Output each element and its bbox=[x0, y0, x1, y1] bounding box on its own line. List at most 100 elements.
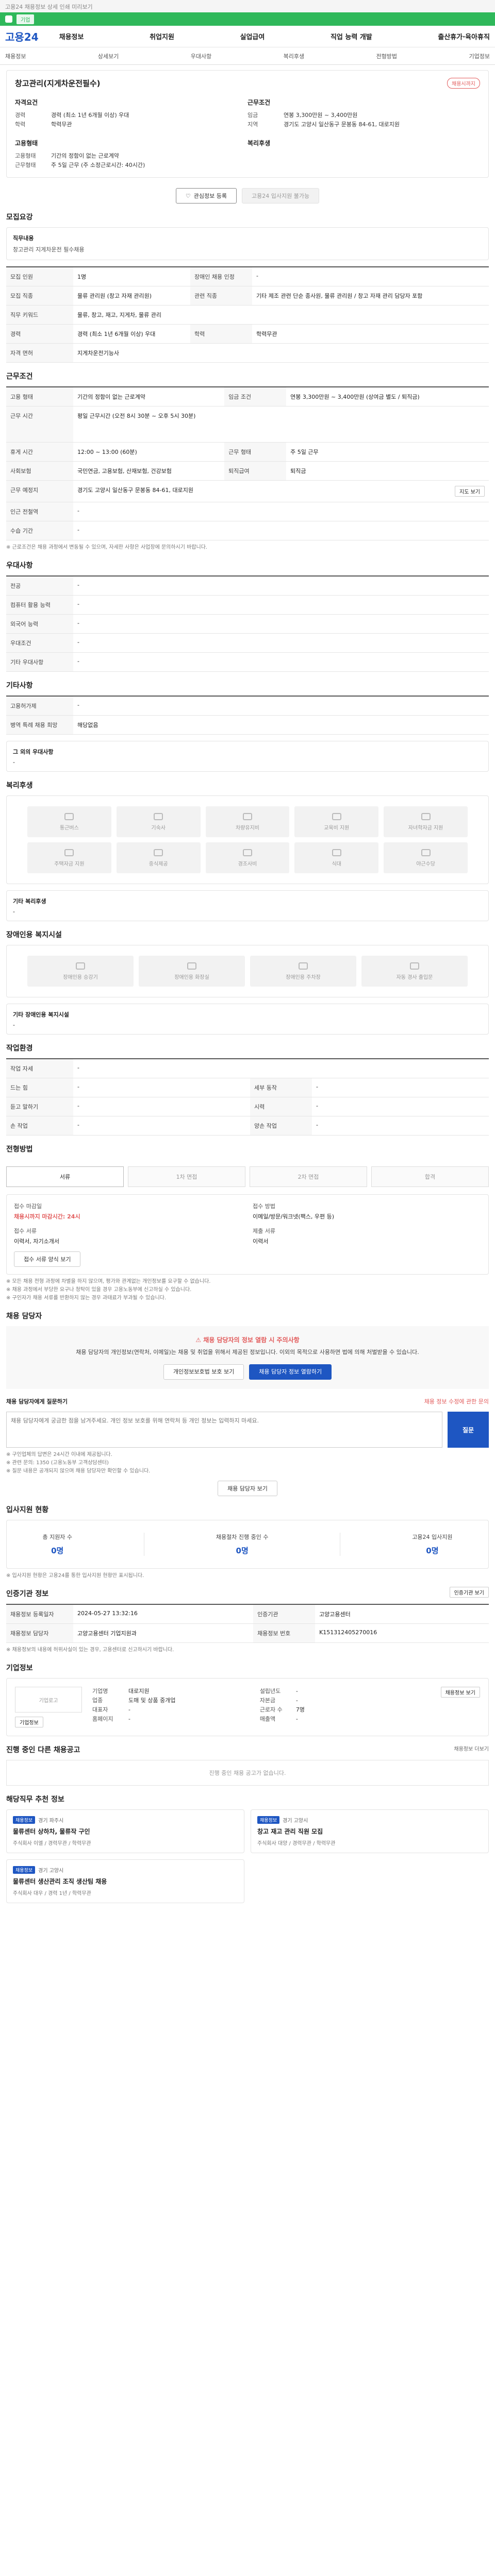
stat-label: 고용24 입사지원 bbox=[412, 1534, 453, 1540]
process-step: 서류 bbox=[6, 1166, 124, 1187]
view-contact-button[interactable]: 채용 담당자 정보 열람하기 bbox=[249, 1364, 332, 1380]
table-key: 듣고 말하기 bbox=[6, 1097, 73, 1116]
summary-key: 지역 bbox=[248, 121, 258, 128]
table-value: - bbox=[312, 1116, 489, 1136]
gnb-item-training[interactable]: 직업 능력 개발 bbox=[331, 31, 372, 41]
table-value: - bbox=[73, 652, 489, 672]
gnb-item-support[interactable]: 취업지원 bbox=[150, 31, 174, 41]
contact-note: ※ 관련 문의: 1350 (고용노동부 고객상담센터) bbox=[6, 1460, 109, 1466]
contact-more-button[interactable]: 채용 담당자 보기 bbox=[218, 1481, 277, 1496]
etc-title: 기타사항 bbox=[6, 682, 33, 690]
tab-process[interactable]: 전형방법 bbox=[376, 52, 397, 60]
brand-logo[interactable]: 고용24 bbox=[5, 29, 39, 44]
auth-table: 채용정보 등록일자 2024-05-27 13:32:16 인증기관 고양고용센터 채… bbox=[6, 1604, 489, 1643]
disability-tag: 장애인용 승강기 bbox=[27, 956, 134, 987]
table-key: 시력 bbox=[250, 1097, 312, 1116]
env-title: 작업환경 bbox=[6, 1044, 33, 1053]
card-region: 경기 고양시 bbox=[38, 1868, 64, 1874]
table-key: 경력 bbox=[6, 324, 73, 344]
conditions-title: 근무조건 bbox=[6, 372, 33, 381]
table-value: 학력무관 bbox=[252, 324, 489, 344]
card-region: 경기 파주시 bbox=[38, 1818, 64, 1824]
tab-detail[interactable]: 상세보기 bbox=[98, 52, 119, 60]
recruit-title: 모집요강 bbox=[6, 213, 33, 222]
table-value: 물류 관리원 (창고 자재 관리원) bbox=[73, 286, 191, 306]
table-row: 손 작업 - 양손 작업 - bbox=[6, 1116, 489, 1136]
auth-title: 인증기관 정보 bbox=[6, 1590, 49, 1598]
company-key: 업종 bbox=[92, 1697, 103, 1704]
gnb-item-jobs[interactable]: 채용정보 bbox=[59, 31, 84, 41]
apply-button[interactable]: 고용24 입사지원 불가능 bbox=[242, 188, 320, 204]
process-notes: ※ 모든 채용 전형 과정에 차별을 하지 않으며, 평가와 관계없는 개인정보… bbox=[6, 1278, 489, 1302]
table-row: 근무 예정지 경기도 고양시 일산동구 문봉동 84-61, 대로지원 지도 보기 bbox=[6, 480, 489, 502]
job-desc-text: 창고관리 지게차운전 필수채용 bbox=[13, 246, 85, 253]
child-icon bbox=[421, 812, 431, 820]
job-card[interactable]: 채용정보 경기 고양시 창고 재고 관리 직원 모집 주식회사 대양 / 경력무관… bbox=[251, 1809, 489, 1853]
company-value: 도매 및 상품 중개업 bbox=[128, 1697, 176, 1704]
card-tagline: 채용정보 경기 파주시 bbox=[13, 1816, 238, 1824]
table-key: 학력 bbox=[190, 324, 253, 344]
favorite-button[interactable]: ♡ 관심정보 등록 bbox=[175, 188, 237, 204]
card-sub: 주식회사 대우 / 경력 1년 / 학력무관 bbox=[13, 1891, 91, 1896]
table-row: 채용정보 등록일자 2024-05-27 13:32:16 인증기관 고양고용센터 bbox=[6, 1604, 489, 1624]
table-key: 드는 힘 bbox=[6, 1078, 73, 1097]
service-pill[interactable]: 기업 bbox=[16, 14, 35, 24]
contact-alert-title: ⚠ 채용 담당자의 정보 열람 시 주의사항 bbox=[15, 1335, 480, 1345]
process-key: 접수 서류 bbox=[14, 1228, 37, 1234]
gnb-item-benefit[interactable]: 실업급여 bbox=[240, 31, 265, 41]
table-row: 기타 우대사항 - bbox=[6, 652, 489, 672]
company-value: - bbox=[128, 1716, 130, 1722]
summary-value: 연봉 3,300만원 ~ 3,400만원 bbox=[284, 112, 358, 118]
etc-extra-value: - bbox=[13, 759, 15, 766]
contact-alert: ⚠ 채용 담당자의 정보 열람 시 주의사항 채용 담당자의 개인정보(연락처,… bbox=[6, 1326, 489, 1389]
welfare-tag-label: 교육비 지원 bbox=[324, 825, 350, 831]
gnb-item-leave[interactable]: 출산휴가·육아휴직 bbox=[438, 31, 490, 41]
similar-cards: 채용정보 경기 파주시 물류센터 상하차, 물류작 구인 주식회사 이엘 / 경력… bbox=[6, 1809, 489, 1903]
table-key: 인근 전철역 bbox=[6, 502, 73, 521]
qa-submit-button[interactable]: 질문 bbox=[448, 1412, 489, 1448]
table-row: 모집 직종 물류 관리원 (창고 자재 관리원) 관련 직종 기타 제조 관련 단순 … bbox=[6, 286, 489, 306]
table-key: 병역 특례 채용 희망 bbox=[6, 715, 73, 735]
tab-preference[interactable]: 우대사항 bbox=[191, 52, 211, 60]
table-row: 자격 면허 지게차운전기능사 bbox=[6, 343, 489, 363]
company-key: 홈페이지 bbox=[92, 1716, 113, 1722]
page: 고용24 채용정보 상세 인쇄 미리보기 기업 고용24 채용정보 취업지원 실… bbox=[0, 0, 495, 1924]
job-card[interactable]: 채용정보 경기 파주시 물류센터 상하차, 물류작 구인 주식회사 이엘 / 경력… bbox=[6, 1809, 244, 1853]
card-title: 물류센터 상하차, 물류작 구인 bbox=[13, 1828, 90, 1835]
ongoing-more-link[interactable]: 채용정보 더보기 bbox=[454, 1744, 489, 1752]
table-value: - bbox=[73, 1097, 250, 1116]
form-download-button[interactable]: 접수 서류 양식 보기 bbox=[14, 1251, 81, 1267]
disability-title: 장애인용 복지시설 bbox=[6, 931, 62, 939]
summary-value: 경기도 고양시 일산동구 문봉동 84-61, 대로지원 bbox=[284, 121, 400, 128]
tab-company[interactable]: 기업정보 bbox=[469, 52, 489, 60]
welfare-tag-label: 야근수당 bbox=[416, 861, 435, 867]
preference-title: 우대사항 bbox=[6, 562, 33, 570]
process-step: 2차 면접 bbox=[250, 1166, 367, 1187]
qa-input[interactable] bbox=[6, 1412, 442, 1448]
company-jobs-button[interactable]: 채용정보 보기 bbox=[440, 1687, 480, 1698]
auth-button[interactable]: 인증기관 보기 bbox=[449, 1586, 489, 1598]
process-key: 접수 마감일 bbox=[14, 1203, 42, 1210]
table-key: 작업 자세 bbox=[6, 1059, 73, 1078]
map-button[interactable]: 지도 보기 bbox=[455, 486, 485, 497]
table-key: 양손 작업 bbox=[250, 1116, 312, 1136]
table-row: 병역 특례 채용 희망 해당없음 bbox=[6, 715, 489, 735]
stat-value: 0명 bbox=[236, 1546, 249, 1555]
summary-work-heading: 고용형태 bbox=[15, 140, 38, 147]
job-card[interactable]: 채용정보 경기 고양시 물류센터 생산관리 조직 생산팀 채용 주식회사 대우 /… bbox=[6, 1859, 244, 1903]
card-title: 물류센터 생산관리 조직 생산팀 채용 bbox=[13, 1878, 107, 1885]
similar-title: 해당직무 추천 정보 bbox=[6, 1795, 64, 1804]
table-row: 인근 전철역 - bbox=[6, 502, 489, 521]
tab-welfare[interactable]: 복리후생 bbox=[284, 52, 304, 60]
company-info-button[interactable]: 기업정보 bbox=[15, 1717, 43, 1727]
table-row: 컴퓨터 활용 능력 - bbox=[6, 595, 489, 615]
table-value: 12:00 ~ 13:00 (60분) bbox=[73, 442, 225, 462]
tab-recruit[interactable]: 채용정보 bbox=[5, 52, 26, 60]
privacy-button[interactable]: 개인정보보호법 보호 보기 bbox=[163, 1364, 244, 1380]
welfare-grid: 통근버스 기숙사 차량유지비 교육비 지원 자녀학자금 지원 주택자금 지원 중… bbox=[7, 796, 488, 884]
table-row: 경력 경력 (최소 1년 6개월 이상) 우대 학력 학력무관 bbox=[6, 324, 489, 344]
card-title: 창고 재고 관리 직원 모집 bbox=[257, 1828, 323, 1835]
disability-tag-label: 장애인용 주차장 bbox=[286, 974, 321, 980]
process-step: 합격 bbox=[371, 1166, 489, 1187]
process-title: 전형방법 bbox=[6, 1145, 33, 1154]
